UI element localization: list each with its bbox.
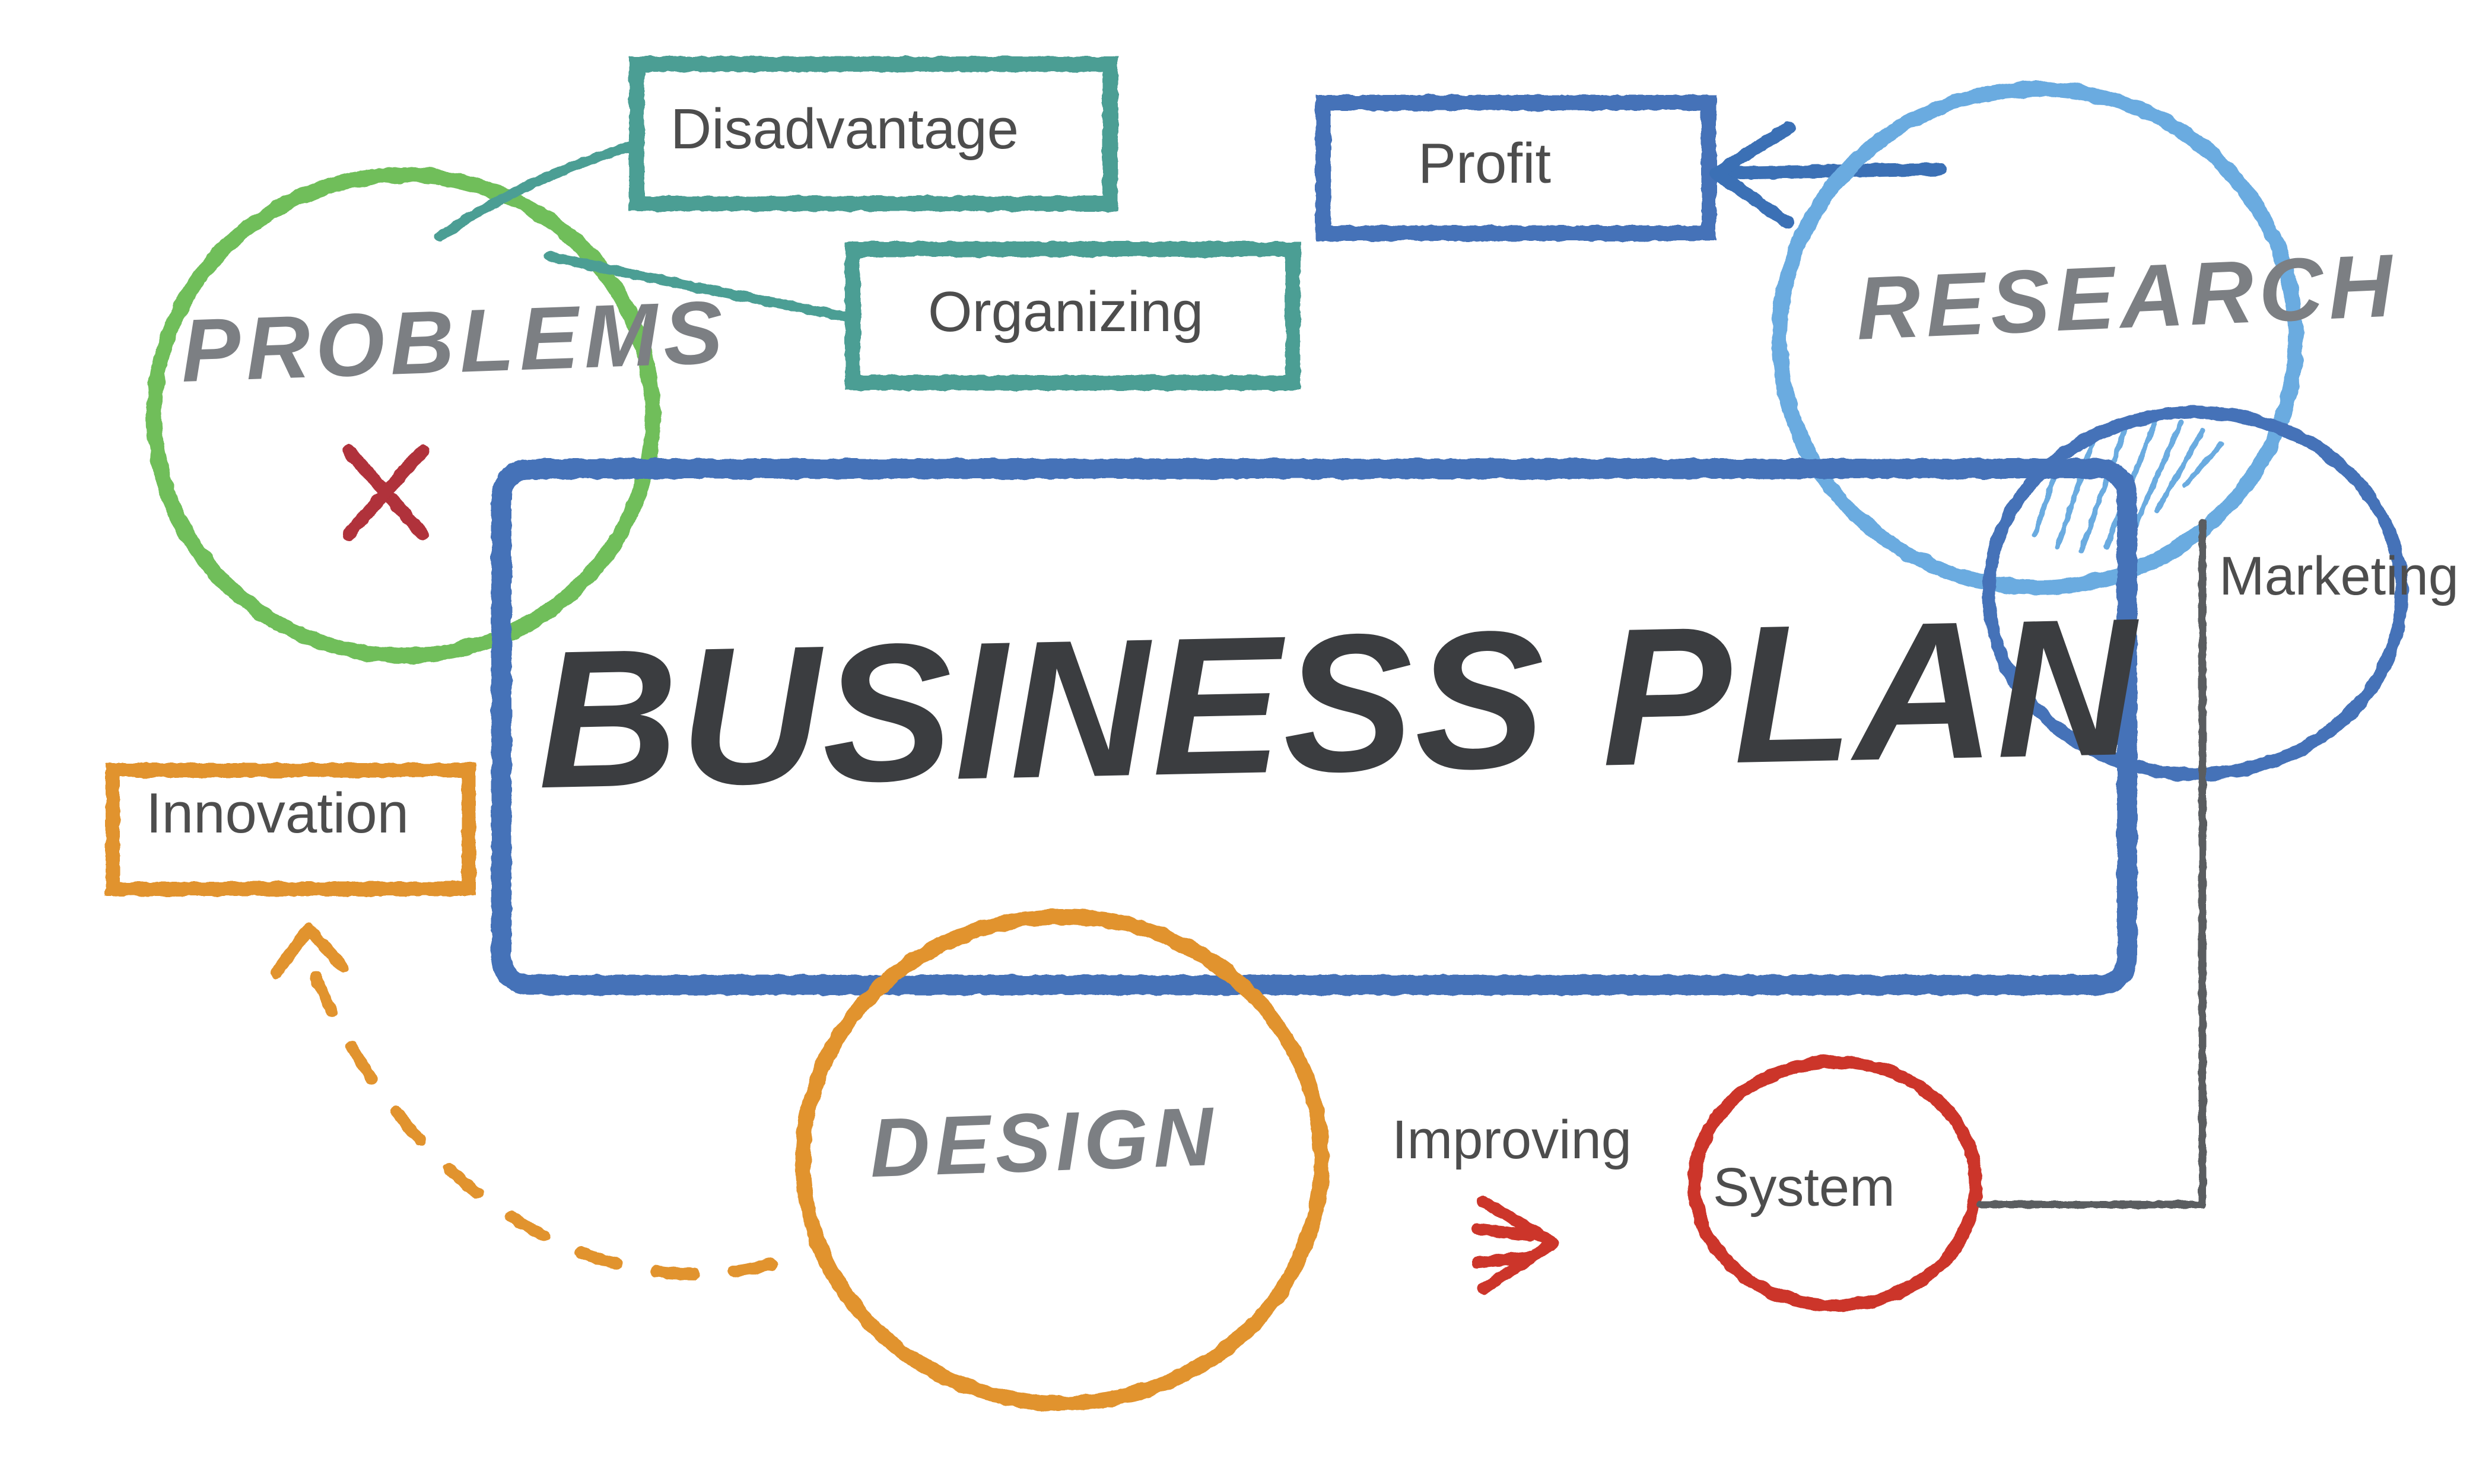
cross-mark-icon: [342, 444, 429, 541]
circle-label-system: System: [1713, 1157, 1895, 1218]
page-title: BUSINESS PLAN: [535, 576, 2141, 830]
circle-problems[interactable]: [147, 167, 660, 663]
circle-label-research: RESEARCH: [1854, 235, 2401, 358]
annotation-improving: Improving: [1392, 1110, 1632, 1170]
box-label-profit: Profit: [1418, 132, 1552, 195]
box-label-innovation: Innovation: [146, 781, 409, 845]
double-chevron-icon: [1471, 1196, 1559, 1295]
box-label-disadvantage: Disadvantage: [670, 97, 1019, 161]
box-label-organizing: Organizing: [928, 280, 1204, 344]
circle-label-design: DESIGN: [868, 1089, 1220, 1195]
diagram-canvas: BUSINESS PLAN PROBLEMS RESEARCH DESIGN D…: [0, 0, 2473, 1484]
circle-label-marketing: Marketing: [2219, 546, 2459, 606]
connector-research-to-profit: [1710, 121, 1947, 229]
connector-problems-to-disadvantage: [434, 140, 640, 243]
circle-label-problems: PROBLEMS: [179, 281, 730, 401]
